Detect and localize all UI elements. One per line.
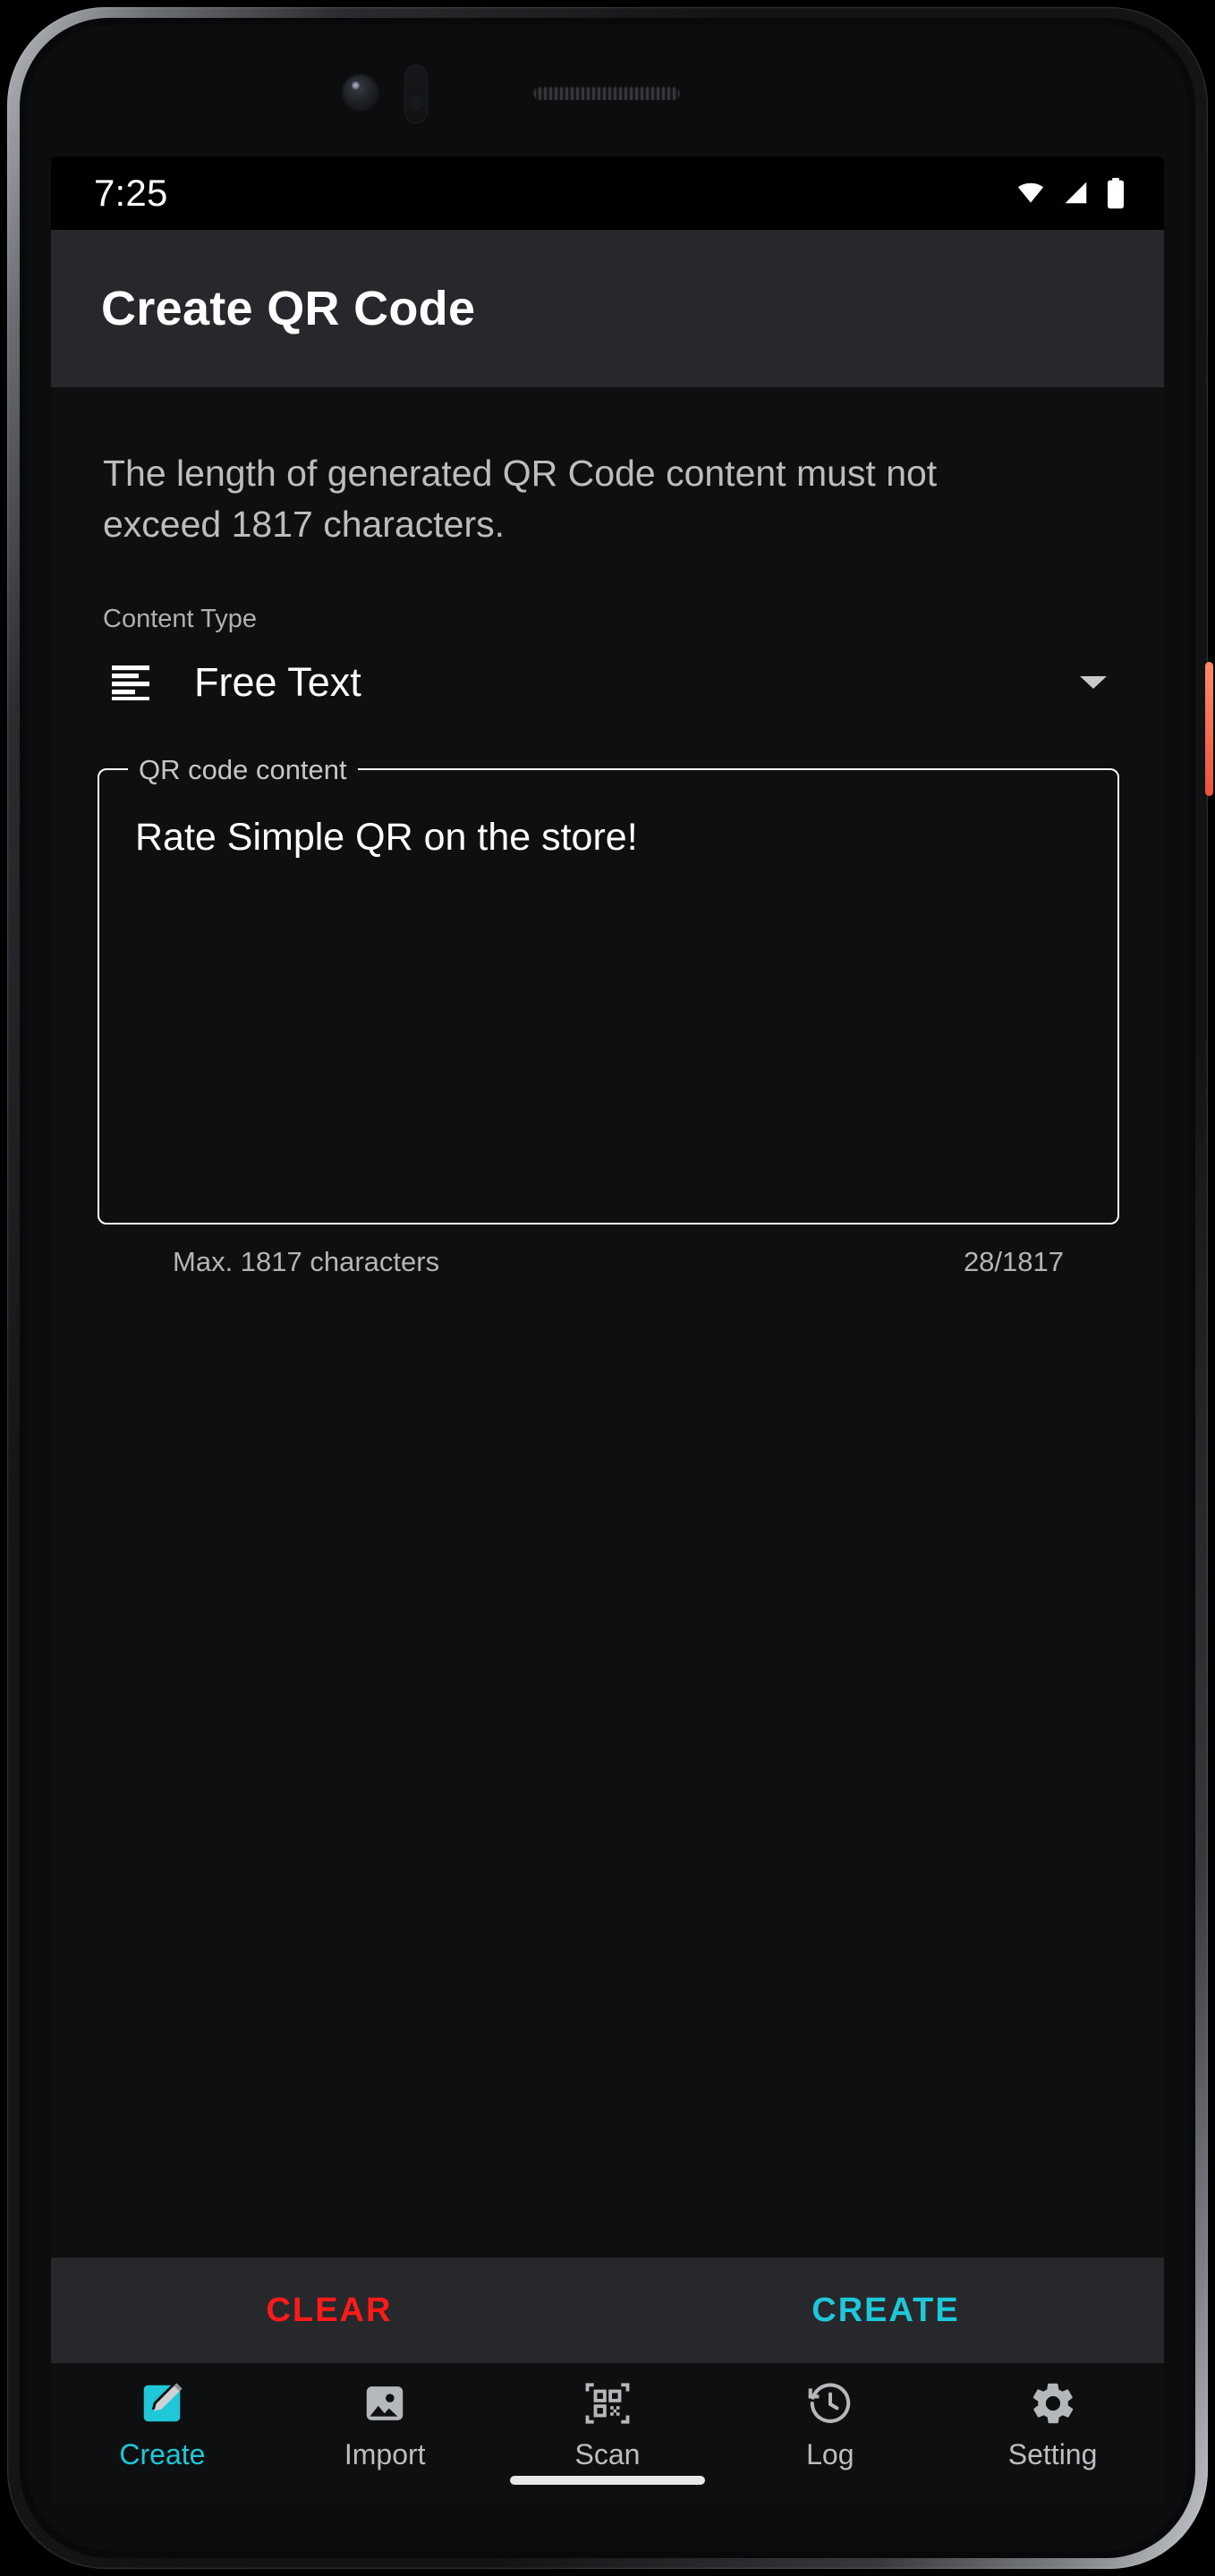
qr-scan-icon — [585, 2383, 630, 2424]
qr-content-value[interactable]: Rate Simple QR on the store! — [135, 813, 1082, 863]
qr-content-field-wrapper: QR code content Rate Simple QR on the st… — [51, 715, 1164, 1278]
status-icons-group — [1014, 177, 1126, 209]
earpiece-speaker — [533, 86, 680, 100]
qr-content-label: QR code content — [128, 754, 358, 787]
signal-icon — [1065, 182, 1087, 204]
nav-label-import: Import — [344, 2438, 426, 2470]
nav-label-log: Log — [806, 2438, 854, 2470]
description-text: The length of generated QR Code content … — [103, 453, 938, 545]
qr-content-counter: 28/1817 — [963, 1246, 1064, 1278]
clear-button[interactable]: CLEAR — [51, 2292, 608, 2330]
history-clock-icon — [808, 2383, 851, 2423]
gear-icon — [1032, 2383, 1073, 2424]
nav-item-import[interactable]: Import — [274, 2379, 497, 2471]
content-type-dropdown[interactable]: Free Text — [103, 650, 1112, 715]
text-align-left-icon — [112, 665, 149, 701]
gesture-home-indicator[interactable] — [510, 2476, 705, 2485]
nav-label-setting: Setting — [1007, 2438, 1098, 2470]
image-icon — [366, 2386, 404, 2420]
nav-item-create[interactable]: Create — [51, 2379, 274, 2471]
create-button[interactable]: CREATE — [608, 2292, 1164, 2330]
action-bar: CLEAR CREATE — [51, 2258, 1164, 2363]
status-bar: 7:25 — [51, 157, 1164, 230]
content-type-value: Free Text — [194, 659, 361, 706]
battery-icon — [1108, 177, 1124, 209]
phone-device-frame: 7:25 Create QR Code The length of genera… — [0, 0, 1215, 2576]
create-edit-icon — [144, 2383, 183, 2422]
proximity-sensor-icon — [404, 64, 428, 123]
qr-content-input[interactable]: QR code content Rate Simple QR on the st… — [98, 754, 1119, 1225]
wifi-icon — [1017, 182, 1044, 203]
main-content: The length of generated QR Code content … — [51, 387, 1164, 2504]
nav-item-log[interactable]: Log — [718, 2379, 941, 2471]
phone-screen: 7:25 Create QR Code The length of genera… — [51, 157, 1164, 2504]
chevron-down-icon[interactable] — [1080, 676, 1107, 690]
front-camera-icon — [341, 73, 380, 113]
content-type-section: Content Type Free Text — [51, 549, 1164, 715]
side-power-button[interactable] — [1205, 662, 1213, 796]
page-title: Create QR Code — [101, 282, 476, 335]
qr-content-helper-text: Max. 1817 characters — [173, 1246, 440, 1278]
nav-item-setting[interactable]: Setting — [941, 2379, 1164, 2471]
nav-item-scan[interactable]: Scan — [497, 2379, 719, 2471]
status-time: 7:25 — [94, 172, 168, 214]
nav-label-scan: Scan — [574, 2438, 641, 2470]
app-bar: Create QR Code — [51, 230, 1164, 387]
content-type-label: Content Type — [103, 605, 257, 634]
nav-label-create: Create — [119, 2438, 206, 2470]
qr-content-footer: Max. 1817 characters 28/1817 — [98, 1224, 1119, 1278]
